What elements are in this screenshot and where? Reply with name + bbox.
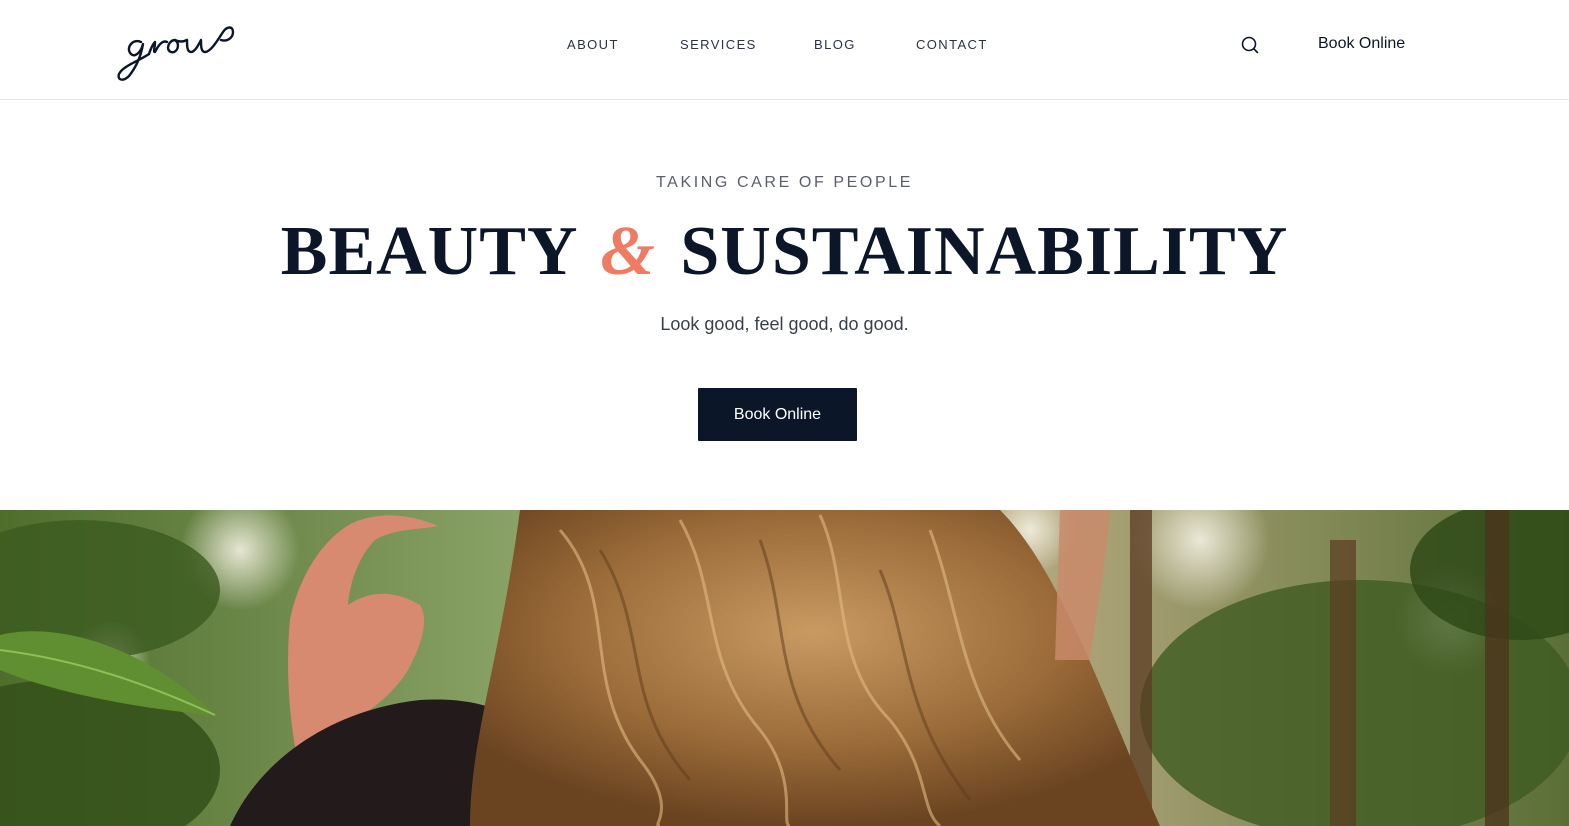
hero-photo [0,510,1569,826]
hero-book-online-button[interactable]: Book Online [698,388,857,441]
site-header: grow ABOUT SERVICES BLOG CONTACT Book On… [0,0,1569,100]
hero-section: TAKING CARE OF PEOPLE BEAUTY & SUSTAINAB… [0,100,1569,510]
hero-tagline: Look good, feel good, do good. [660,314,909,334]
hero-headline: BEAUTY & SUSTAINABILITY [0,212,1569,292]
grow-logo[interactable]: grow [115,18,240,84]
headline-beauty: BEAUTY [280,213,576,290]
headline-sustainability: SUSTAINABILITY [680,213,1289,290]
headline-ampersand: & [600,213,656,290]
nav-services[interactable]: SERVICES [680,36,757,54]
nav-blog[interactable]: BLOG [814,36,856,54]
nav-contact[interactable]: CONTACT [916,36,988,54]
search-icon[interactable] [1238,33,1262,57]
header-book-online-link[interactable]: Book Online [1318,34,1405,54]
hero-eyebrow: TAKING CARE OF PEOPLE [655,174,913,191]
nav-about[interactable]: ABOUT [567,36,619,54]
